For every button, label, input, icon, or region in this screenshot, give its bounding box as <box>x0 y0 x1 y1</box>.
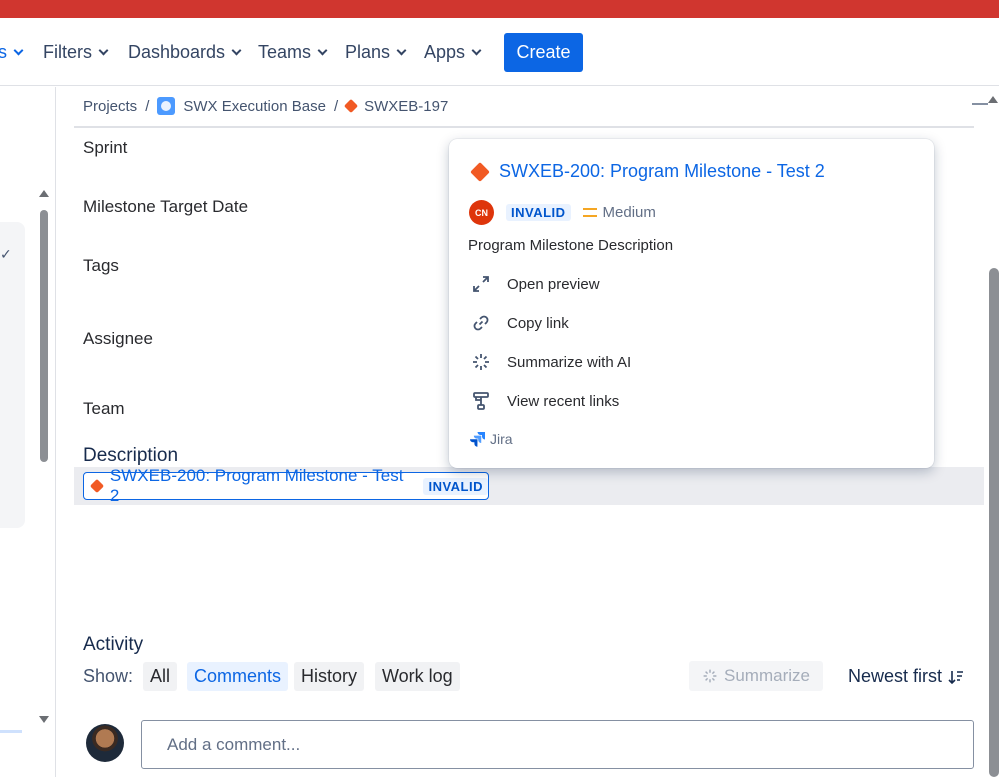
activity-show-label: Show: <box>83 666 134 686</box>
left-side-panel <box>0 222 25 528</box>
milestone-type-icon <box>344 98 359 114</box>
sort-label: Newest first <box>848 666 943 686</box>
chevron-down-icon <box>317 45 328 56</box>
breadcrumb-projects[interactable]: Projects <box>83 98 137 115</box>
chevron-down-icon <box>471 45 482 56</box>
status-badge: INVALID <box>423 477 488 495</box>
header-divider <box>74 126 974 128</box>
nav-item-label: Filters <box>43 42 92 62</box>
chevron-down-icon <box>13 45 24 56</box>
breadcrumb-project[interactable]: SWX Execution Base <box>183 98 326 115</box>
nav-item-label: Teams <box>258 42 312 62</box>
nav-apps-menu[interactable]: Apps <box>424 42 482 63</box>
jira-logo-icon <box>470 432 485 447</box>
hierarchy-icon <box>473 392 489 410</box>
chevron-down-icon <box>396 45 407 56</box>
action-label: Summarize with AI <box>507 353 632 371</box>
field-label-assignee: Assignee <box>83 329 153 348</box>
field-label-milestone-target-date: Milestone Target Date <box>83 197 249 216</box>
nav-projects-menu[interactable]: s <box>0 42 24 63</box>
status-badge: INVALID <box>506 204 571 221</box>
milestone-type-icon <box>470 161 490 182</box>
priority-medium-icon <box>582 208 597 217</box>
description-heading: Description <box>83 445 179 466</box>
copy-link-action[interactable]: Copy link <box>471 313 569 333</box>
priority-indicator: Medium <box>582 204 656 221</box>
add-comment-input[interactable]: Add a comment... <box>141 720 974 769</box>
field-label-team: Team <box>83 399 125 418</box>
scrollbar-thumb[interactable] <box>40 210 48 462</box>
link-icon <box>473 315 489 331</box>
left-scrollbar[interactable] <box>38 190 50 730</box>
action-label: Copy link <box>507 314 569 332</box>
nav-item-label: s <box>0 42 7 62</box>
nav-plans-menu[interactable]: Plans <box>345 42 407 63</box>
scroll-up-arrow-icon[interactable] <box>988 96 998 103</box>
view-recent-links-action[interactable]: View recent links <box>471 391 619 411</box>
nav-item-label: Plans <box>345 42 391 62</box>
sort-descending-icon <box>948 670 964 684</box>
milestone-type-icon <box>89 478 105 494</box>
hover-card-description: Program Milestone Description <box>468 237 674 254</box>
nav-dashboards-menu[interactable]: Dashboards <box>128 42 242 63</box>
create-button[interactable]: Create <box>504 33 583 72</box>
project-avatar-icon <box>157 97 176 115</box>
field-label-tags: Tags <box>83 256 119 275</box>
main-scrollbar[interactable] <box>987 96 999 777</box>
scrollbar-thumb[interactable] <box>989 268 999 777</box>
ai-sparkle-icon <box>473 354 489 370</box>
issue-hover-card: SWXEB-200: Program Milestone - Test 2 CN… <box>449 139 934 468</box>
breadcrumb-separator: / <box>333 97 339 115</box>
hover-card-footer: Jira <box>470 431 513 447</box>
breadcrumb-separator: / <box>145 97 150 115</box>
activity-filter-comments[interactable]: Comments <box>187 662 289 691</box>
activity-filter-history[interactable]: History <box>294 662 365 691</box>
chevron-down-icon <box>231 45 242 56</box>
top-navigation: s Filters Dashboards Teams Plans Apps Cr… <box>0 18 999 86</box>
collapse-handle[interactable] <box>972 103 988 105</box>
nav-teams-menu[interactable]: Teams <box>258 42 328 63</box>
nav-item-label: Apps <box>424 42 466 62</box>
summarize-with-ai-action[interactable]: Summarize with AI <box>471 352 631 372</box>
activity-filter-work-log[interactable]: Work log <box>375 662 460 691</box>
field-label-sprint: Sprint <box>83 138 128 157</box>
hover-card-source: Jira <box>490 431 513 447</box>
scroll-up-arrow-icon[interactable] <box>39 190 49 197</box>
breadcrumb-issue[interactable]: SWXEB-197 <box>364 98 448 115</box>
nav-filters-menu[interactable]: Filters <box>43 42 109 63</box>
sort-order-toggle[interactable]: Newest first <box>848 666 964 687</box>
inline-issue-smart-link[interactable]: SWXEB-200: Program Milestone - Test 2 IN… <box>83 466 489 505</box>
hover-card-title-link[interactable]: SWXEB-200: Program Milestone - Test 2 <box>499 161 825 182</box>
left-selected-indicator <box>0 730 22 733</box>
top-banner <box>0 0 999 18</box>
chevron-down-icon <box>98 45 109 56</box>
smart-link-title: SWXEB-200: Program Milestone - Test 2 <box>109 466 404 505</box>
expand-icon <box>473 276 489 292</box>
priority-label: Medium <box>602 204 656 221</box>
hover-card-header: SWXEB-200: Program Milestone - Test 2 <box>470 161 825 182</box>
nav-item-label: Dashboards <box>128 42 226 62</box>
action-label: Open preview <box>507 275 600 293</box>
scroll-down-arrow-icon[interactable] <box>39 716 49 723</box>
action-label: View recent links <box>507 392 620 410</box>
open-preview-action[interactable]: Open preview <box>471 274 600 294</box>
current-user-avatar <box>86 724 124 762</box>
assignee-avatar: CN <box>469 200 494 225</box>
activity-filter-all[interactable]: All <box>143 662 178 691</box>
breadcrumb: Projects / SWX Execution Base / SWXEB-19… <box>83 97 448 115</box>
activity-heading: Activity <box>83 634 144 655</box>
checkmark-icon: ✓ <box>0 246 12 262</box>
summarize-button[interactable]: Summarize <box>689 661 823 691</box>
hover-card-meta: CN INVALID Medium <box>469 200 656 225</box>
summarize-label: Summarize <box>724 666 810 685</box>
ai-sparkle-icon <box>703 669 717 683</box>
